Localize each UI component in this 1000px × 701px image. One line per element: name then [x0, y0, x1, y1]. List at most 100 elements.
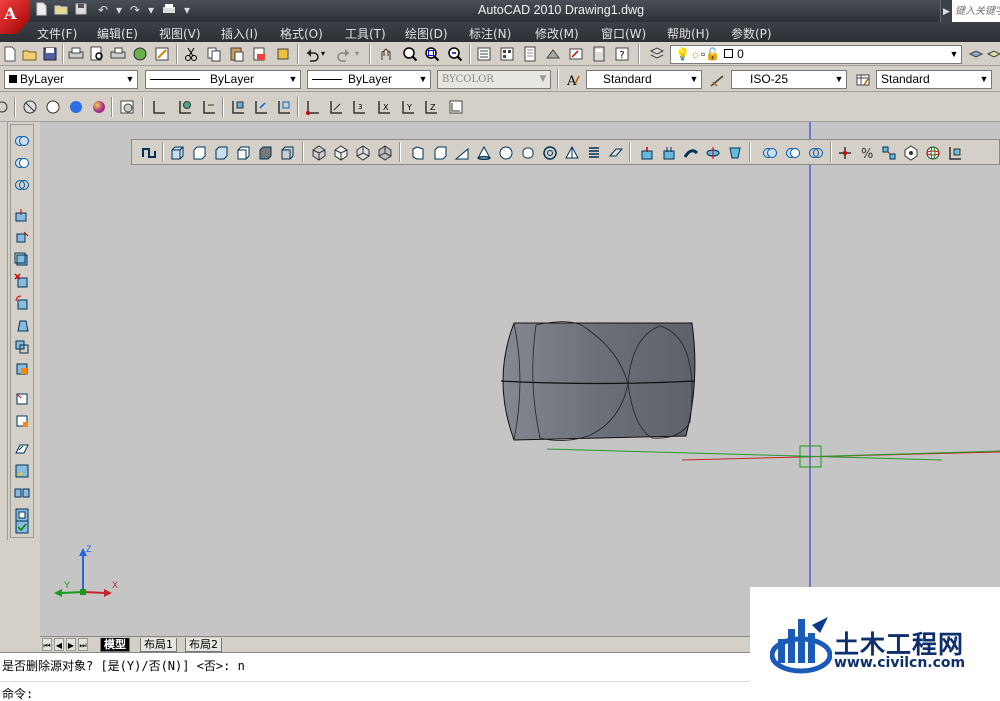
presspull-icon[interactable]	[659, 143, 679, 162]
ucs-z-rotate-icon[interactable]: Z	[421, 97, 441, 116]
subtract-icon[interactable]	[12, 153, 32, 172]
open-icon[interactable]	[20, 44, 40, 63]
box-model-icon[interactable]	[430, 143, 450, 162]
sphere-tool-icon[interactable]	[233, 143, 253, 162]
subtract-tool-icon[interactable]	[783, 143, 803, 162]
ucs-view-icon[interactable]	[274, 97, 294, 116]
flatshot-icon[interactable]	[20, 97, 40, 116]
partial-tool-icon[interactable]	[0, 97, 14, 116]
imprint-icon[interactable]	[12, 439, 32, 458]
chevron-down-icon[interactable]: ▼	[832, 71, 846, 88]
lineweight-combo[interactable]: ByLayer ▼	[307, 70, 431, 89]
sphere-icon[interactable]	[496, 143, 516, 162]
menu-file[interactable]: 文件(F)	[37, 25, 77, 42]
layer-previous-icon[interactable]	[984, 44, 1000, 63]
sheet-set-manager-icon[interactable]	[543, 44, 563, 63]
dimension-style-icon[interactable]	[707, 70, 727, 89]
save-toolbar-icon[interactable]	[40, 44, 60, 63]
visual-styles-manager-icon[interactable]	[117, 97, 137, 116]
intersect-icon[interactable]	[12, 175, 32, 194]
sweep-icon[interactable]	[681, 143, 701, 162]
print-icon[interactable]	[66, 44, 86, 63]
redo-toolbar-icon[interactable]	[334, 44, 354, 63]
linetype-combo[interactable]: ByLayer ▼	[145, 70, 301, 89]
view-nw-iso-icon[interactable]	[375, 143, 395, 162]
match-properties-icon[interactable]	[152, 44, 172, 63]
menu-help[interactable]: 帮助(H)	[667, 25, 709, 42]
quick-calc-icon[interactable]	[589, 44, 609, 63]
menu-insert[interactable]: 插入(I)	[221, 25, 258, 42]
menu-dimension[interactable]: 标注(N)	[469, 25, 511, 42]
ucs-tool-icon[interactable]	[945, 143, 965, 162]
ucs-previous-icon[interactable]	[199, 97, 219, 116]
view-se-iso-icon[interactable]	[331, 143, 351, 162]
3d-orbit-icon[interactable]	[923, 143, 943, 162]
hidden-style-icon[interactable]	[43, 97, 63, 116]
3d-array-icon[interactable]	[901, 143, 921, 162]
cone-tool-icon[interactable]	[211, 143, 231, 162]
planar-surface-icon[interactable]	[606, 143, 626, 162]
undo-list-icon[interactable]: ▾	[318, 44, 328, 63]
chevron-down-icon[interactable]: ▼	[687, 71, 701, 88]
drawing-canvas[interactable]: Z Y X	[40, 122, 1000, 636]
check-icon[interactable]	[12, 517, 32, 536]
plot-preview-icon[interactable]	[87, 44, 107, 63]
3d-align-icon[interactable]	[879, 143, 899, 162]
ucs-world-icon[interactable]	[175, 97, 195, 116]
plot-icon[interactable]	[160, 2, 178, 19]
3d-solid[interactable]	[500, 321, 696, 441]
cylinder-tool-icon[interactable]	[255, 143, 275, 162]
menu-edit[interactable]: 编辑(E)	[97, 25, 138, 42]
table-style-combo[interactable]: Standard ▼	[876, 70, 992, 89]
rotate-faces-icon[interactable]	[12, 293, 32, 312]
new-file-icon[interactable]	[32, 2, 50, 19]
save-icon[interactable]	[72, 2, 90, 19]
ucs-icon[interactable]	[149, 97, 169, 116]
pyramid-icon[interactable]	[562, 143, 582, 162]
ucs-zaxis-icon[interactable]	[326, 97, 346, 116]
taper-faces-icon[interactable]	[12, 315, 32, 334]
union-icon[interactable]	[12, 131, 32, 150]
block-editor-icon[interactable]	[273, 44, 293, 63]
copy-clip-icon[interactable]	[250, 44, 270, 63]
design-center-icon[interactable]	[497, 44, 517, 63]
union-tool-icon[interactable]	[760, 143, 780, 162]
redo-list-icon[interactable]: ▾	[352, 44, 362, 63]
separate-icon[interactable]	[12, 483, 32, 502]
properties-icon[interactable]	[474, 44, 494, 63]
tab-layout2[interactable]: 布局2	[185, 638, 222, 652]
paste-icon[interactable]	[227, 44, 247, 63]
text-style-icon[interactable]: A	[563, 70, 583, 89]
layer-combo[interactable]: 💡☼▫🔓 0 ▼	[670, 45, 962, 64]
ucs-face-icon[interactable]	[228, 97, 248, 116]
cylinder-icon[interactable]	[518, 143, 538, 162]
ucs-apply-icon[interactable]	[446, 97, 466, 116]
menu-parameters[interactable]: 参数(P)	[731, 25, 772, 42]
chevron-down-icon[interactable]: ▼	[947, 46, 961, 63]
ucs-origin-icon[interactable]	[303, 97, 323, 116]
color-combo[interactable]: ByLayer ▼	[4, 70, 138, 89]
copy-edges-icon[interactable]	[12, 389, 32, 408]
next-tab-arrow-icon[interactable]: ▶	[66, 638, 76, 651]
markup-set-manager-icon[interactable]	[566, 44, 586, 63]
view-ne-iso-icon[interactable]	[353, 143, 373, 162]
help-search[interactable]: ▶	[940, 0, 1000, 22]
color-faces-icon[interactable]	[12, 359, 32, 378]
copy-faces-icon[interactable]	[12, 337, 32, 356]
menu-window[interactable]: 窗口(W)	[601, 25, 646, 42]
3d-rotate-icon[interactable]: %	[857, 143, 877, 162]
menu-format[interactable]: 格式(O)	[280, 25, 323, 42]
chevron-down-icon[interactable]: ▼	[123, 71, 137, 88]
view-sw-iso-icon[interactable]	[309, 143, 329, 162]
copy-icon[interactable]	[204, 44, 224, 63]
chevron-down-icon[interactable]: ▼	[416, 71, 430, 88]
make-object-layer-current-icon[interactable]	[966, 44, 986, 63]
intersect-tool-icon[interactable]	[806, 143, 826, 162]
realistic-style-icon[interactable]	[66, 97, 86, 116]
command-prompt[interactable]: 命令:	[2, 685, 33, 701]
zoom-previous-icon[interactable]	[445, 44, 465, 63]
quick-access-dropdown-icon[interactable]: ▾	[178, 2, 196, 19]
torus-icon[interactable]	[540, 143, 560, 162]
polysolid-model-icon[interactable]	[408, 143, 428, 162]
extrude-icon[interactable]	[637, 143, 657, 162]
